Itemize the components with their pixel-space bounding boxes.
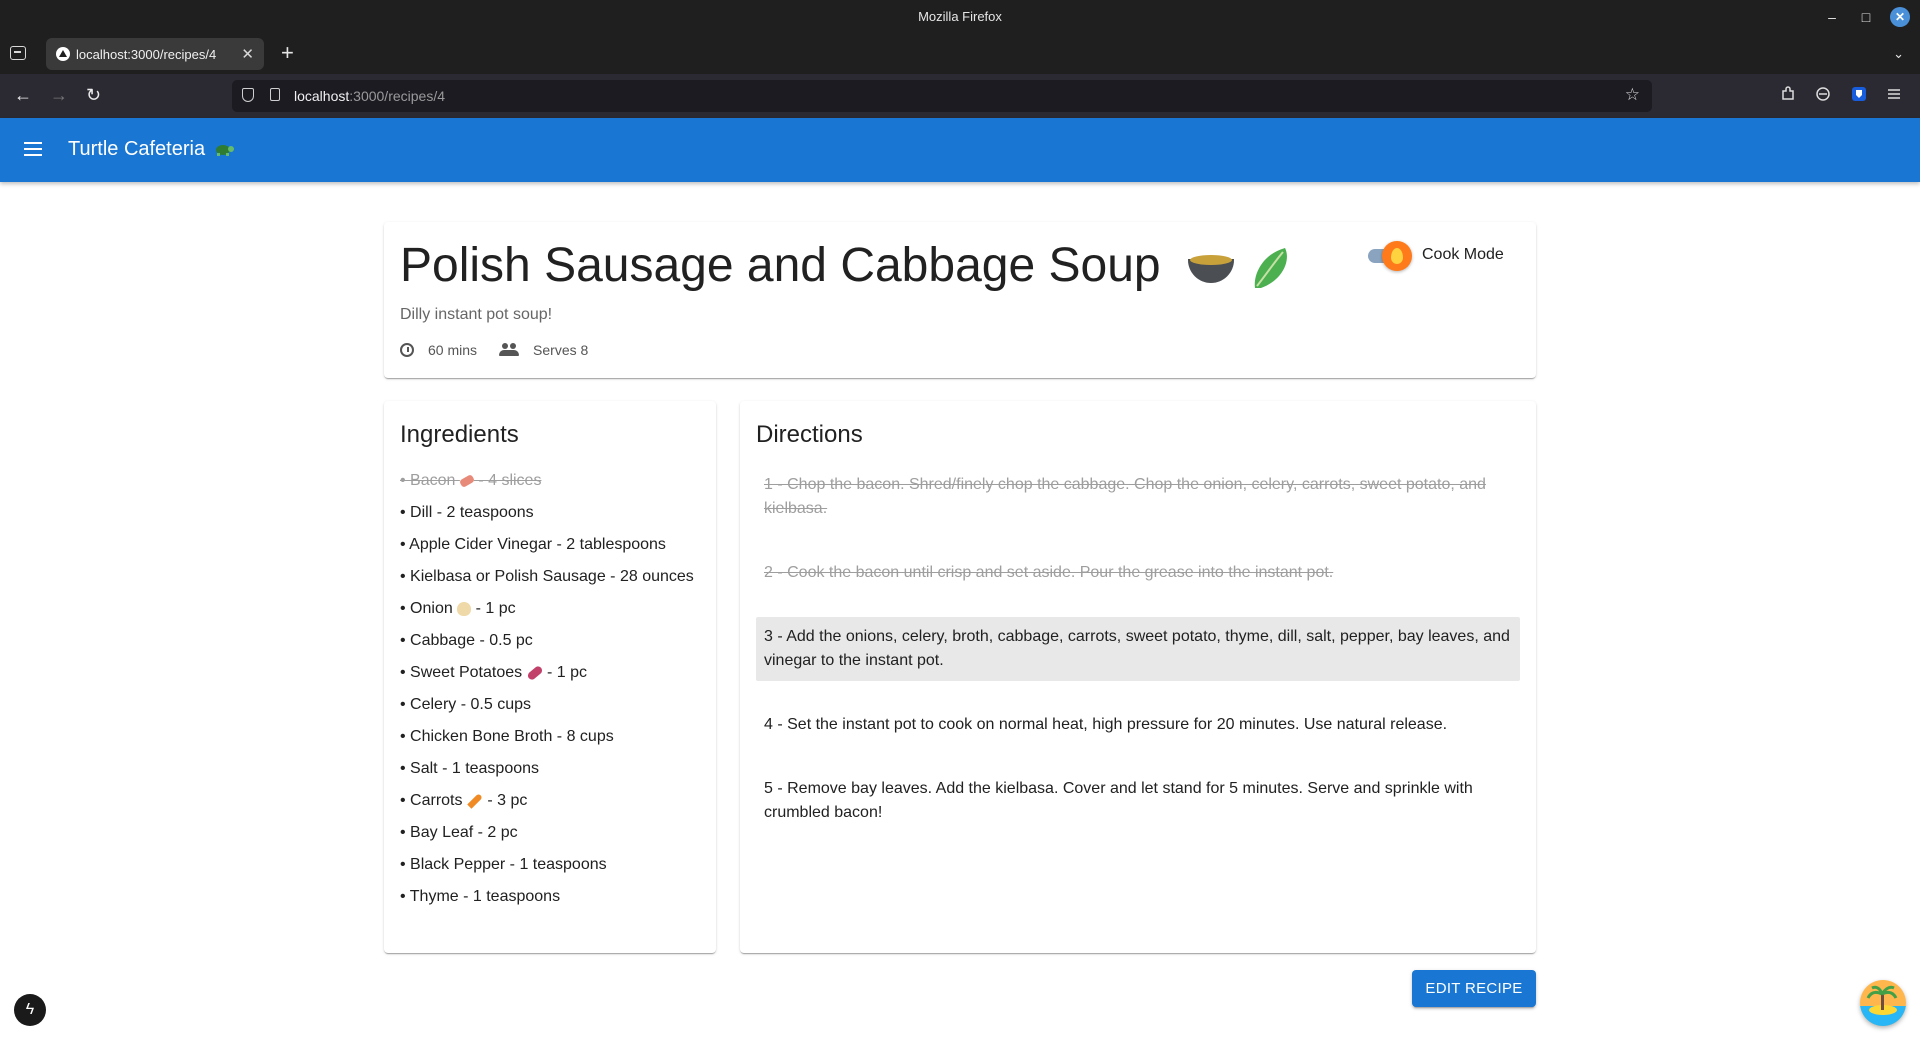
extensions-icon[interactable] (1780, 86, 1796, 102)
turtle-icon (215, 145, 234, 156)
menu-icon[interactable] (1886, 86, 1902, 102)
onion-icon (457, 601, 472, 616)
ingredient-item[interactable]: • Celery - 0.5 cups (400, 693, 694, 725)
ingredient-item[interactable]: • Black Pepper - 1 teaspoons (400, 853, 694, 885)
direction-step[interactable]: 3 - Add the onions, celery, broth, cabba… (756, 617, 1520, 681)
directions-heading: Directions (756, 421, 863, 448)
url-bar[interactable]: localhost:3000/recipes/4 ☆ (232, 80, 1652, 112)
bookmark-star-icon[interactable]: ☆ (1625, 85, 1640, 105)
ingredients-card: Ingredients • Bacon - 4 slices • Dill - … (384, 401, 716, 953)
leafy-green-icon (1255, 248, 1288, 289)
recipe-subtitle: Dilly instant pot soup! (400, 306, 553, 323)
ingredients-list: • Bacon - 4 slices • Dill - 2 teaspoons … (400, 469, 694, 917)
cook-time: 60 mins (428, 342, 478, 358)
ingredient-item[interactable]: • Bay Leaf - 2 pc (400, 821, 694, 853)
forward-icon[interactable]: → (50, 85, 68, 105)
bitwarden-icon[interactable] (1851, 86, 1867, 102)
people-icon (499, 343, 520, 357)
carrot-icon (467, 792, 483, 809)
browser-titlebar: Mozilla Firefox – □ ✕ (0, 0, 1920, 34)
ingredient-item[interactable]: • Salt - 1 teaspoons (400, 757, 694, 789)
ingredient-item[interactable]: • Onion - 1 pc (400, 597, 694, 629)
ingredient-item[interactable]: • Sweet Potatoes - 1 pc (400, 661, 694, 693)
sync-icon[interactable] (1815, 86, 1831, 102)
tab-label: localhost:3000/recipes/4 (76, 47, 217, 62)
menu-icon[interactable] (24, 142, 42, 156)
ingredient-item[interactable]: • Kielbasa or Polish Sausage - 28 ounces (400, 565, 694, 597)
ingredient-item[interactable]: • Thyme - 1 teaspoons (400, 885, 694, 917)
window-controls: – □ ✕ (1822, 7, 1910, 27)
ingredient-item[interactable]: • Bacon - 4 slices (400, 469, 694, 501)
bacon-icon (458, 473, 475, 488)
directions-card: Directions 1 - Chop the bacon. Shred/fin… (740, 401, 1536, 953)
cook-mode-label: Cook Mode (1422, 246, 1504, 263)
servings: Serves 8 (533, 342, 589, 358)
ingredients-heading: Ingredients (400, 421, 519, 448)
island-icon (1860, 980, 1906, 1026)
direction-step[interactable]: 5 - Remove bay leaves. Add the kielbasa.… (756, 769, 1520, 833)
fire-icon (1382, 241, 1412, 271)
ingredient-item[interactable]: • Apple Cider Vinegar - 2 tablespoons (400, 533, 694, 565)
back-icon[interactable]: ← (14, 85, 32, 105)
clock-icon (400, 343, 414, 357)
browser-tabbar: localhost:3000/recipes/4 ✕ + ⌄ (0, 34, 1920, 74)
page-icon[interactable] (270, 88, 280, 101)
browser-tab[interactable]: localhost:3000/recipes/4 ✕ (46, 38, 264, 70)
window-title: Mozilla Firefox (918, 9, 1002, 24)
recipe-meta: 60 mins Serves 8 (400, 342, 588, 358)
minimize-icon[interactable]: – (1822, 7, 1842, 27)
favicon-icon (56, 47, 70, 61)
direction-step[interactable]: 2 - Cook the bacon until crisp and set a… (756, 553, 1520, 593)
cook-mode-toggle[interactable]: Cook Mode (1366, 240, 1504, 271)
close-window-icon[interactable]: ✕ (1890, 7, 1910, 27)
tab-overflow-icon[interactable]: ⌄ (1893, 46, 1904, 62)
recipe-header-card: Polish Sausage and Cabbage Soup Dilly in… (384, 222, 1536, 378)
cook-mode-switch[interactable] (1366, 240, 1412, 271)
browser-navbar: ← → ↻ localhost:3000/recipes/4 ☆ (0, 74, 1920, 118)
recipe-title: Polish Sausage and Cabbage Soup (400, 238, 1293, 293)
soup-bowl-icon (1187, 253, 1234, 284)
dev-tools-icon[interactable]: ϟ (14, 994, 46, 1026)
tab-close-icon[interactable]: ✕ (241, 45, 254, 63)
maximize-icon[interactable]: □ (1856, 7, 1876, 27)
new-tab-button[interactable]: + (281, 42, 294, 64)
sweet-potato-icon (525, 664, 544, 681)
ingredient-item[interactable]: • Chicken Bone Broth - 8 cups (400, 725, 694, 757)
reload-icon[interactable]: ↻ (86, 85, 101, 105)
app-bar: Turtle Cafeteria (0, 118, 1920, 182)
direction-step[interactable]: 4 - Set the instant pot to cook on norma… (756, 705, 1520, 745)
directions-list: 1 - Chop the bacon. Shred/finely chop th… (756, 465, 1520, 857)
app-title[interactable]: Turtle Cafeteria (68, 138, 235, 161)
shield-icon[interactable] (242, 88, 254, 102)
url-text[interactable]: localhost:3000/recipes/4 (294, 88, 445, 104)
avatar[interactable] (1860, 980, 1906, 1026)
tab-list-icon[interactable] (10, 46, 26, 60)
edit-recipe-button[interactable]: EDIT RECIPE (1412, 970, 1536, 1007)
ingredient-item[interactable]: • Carrots - 3 pc (400, 789, 694, 821)
ingredient-item[interactable]: • Cabbage - 0.5 pc (400, 629, 694, 661)
direction-step[interactable]: 1 - Chop the bacon. Shred/finely chop th… (756, 465, 1520, 529)
ingredient-item[interactable]: • Dill - 2 teaspoons (400, 501, 694, 533)
